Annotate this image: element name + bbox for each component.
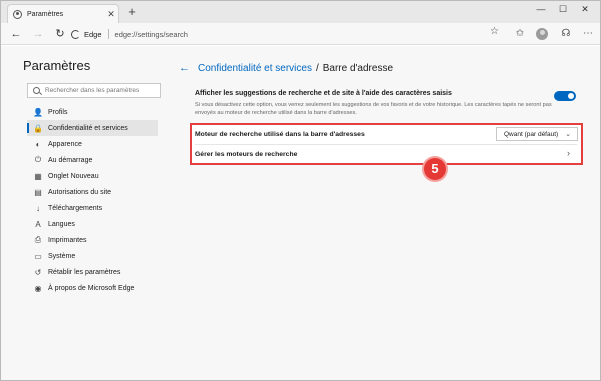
suggestions-title: Afficher les suggestions de recherche et… — [195, 90, 452, 97]
address-divider — [107, 29, 109, 39]
appearance-icon: ◐ — [35, 139, 41, 149]
refresh-icon[interactable]: ↻ — [52, 26, 68, 42]
sidebar-item[interactable]: ▦ Onglet Nouveau — [27, 168, 158, 184]
more-icon[interactable]: ⋯ — [580, 26, 596, 42]
system-icon: ▭ — [34, 251, 42, 261]
sidebar-item-label: Apparence — [48, 140, 82, 148]
address-bar[interactable]: Edge edge://settings/search — [71, 26, 503, 42]
suggestions-toggle[interactable] — [554, 91, 576, 101]
sidebar-item-label: Confidentialité et services — [48, 124, 128, 132]
settings-search-input[interactable]: Rechercher dans les paramètres — [27, 83, 161, 98]
tab-title: Paramètres — [27, 10, 64, 18]
lock-icon: 🔒 — [33, 123, 43, 133]
sidebar-item[interactable]: 👤 Profils — [27, 104, 158, 120]
reset-icon: ↺ — [34, 267, 42, 277]
sidebar-item-label: Téléchargements — [48, 204, 103, 212]
sidebar-item-label: Autorisations du site — [48, 188, 112, 196]
page-title: Barre d'adresse — [322, 62, 394, 74]
address-label: Edge — [84, 29, 102, 39]
sidebar-item[interactable]: A Langues — [27, 216, 158, 232]
settings-gear-icon — [13, 9, 22, 19]
sidebar-title: Paramètres — [23, 58, 91, 73]
suggestions-description: Si vous désactivez cette option, vous ve… — [195, 102, 552, 116]
breadcrumb: ← Confidentialité et services / Barre d'… — [179, 62, 393, 74]
maximize-button[interactable]: ☐ — [554, 4, 572, 15]
site-icon: ▤ — [34, 187, 42, 197]
language-icon: A — [35, 219, 41, 229]
search-placeholder: Rechercher dans les paramètres — [45, 87, 140, 94]
edge-icon: ◉ — [34, 283, 42, 293]
sidebar-item[interactable]: 🔒 Confidentialité et services — [27, 120, 158, 136]
sidebar-item-label: Langues — [48, 220, 75, 228]
main-content: ← Confidentialité et services / Barre d'… — [169, 46, 600, 380]
browser-window: Paramètres ✕ + — ☐ ✕ ← → ↻ Edge edge://s… — [0, 0, 601, 381]
title-bar: Paramètres ✕ + — ☐ ✕ — [1, 1, 600, 23]
person-icon: 👤 — [33, 107, 43, 117]
sidebar-item[interactable]: ⏻ Au démarrage — [27, 152, 158, 168]
annotation-step-badge: 5 — [424, 158, 446, 180]
sidebar-item[interactable]: ▭ Système — [27, 248, 158, 264]
sidebar-item[interactable]: ◐ Apparence — [27, 136, 158, 152]
sidebar-item[interactable]: ↺ Rétablir les paramètres — [27, 264, 158, 280]
back-arrow-icon[interactable]: ← — [179, 62, 190, 74]
sidebar-item-label: Onglet Nouveau — [48, 172, 99, 180]
sidebar-item[interactable]: ↓ Téléchargements — [27, 200, 158, 216]
sidebar-item[interactable]: ▤ Autorisations du site — [27, 184, 158, 200]
sidebar-item-label: À propos de Microsoft Edge — [48, 284, 135, 292]
power-icon: ⏻ — [34, 155, 42, 164]
new-tab-button[interactable]: + — [125, 4, 139, 20]
sidebar-item[interactable]: ◉ À propos de Microsoft Edge — [27, 280, 158, 296]
sidebar-item[interactable]: ⎙ Imprimantes — [27, 232, 158, 248]
close-window-button[interactable]: ✕ — [576, 4, 594, 15]
tab-settings[interactable]: Paramètres ✕ — [7, 4, 119, 23]
download-icon: ↓ — [36, 203, 40, 213]
favorites-icon[interactable]: ✩ — [512, 26, 528, 42]
edge-icon — [71, 29, 80, 39]
printer-icon: ⎙ — [34, 235, 42, 244]
annotation-highlight-box — [190, 123, 583, 165]
favorite-star-icon[interactable]: ☆ — [490, 26, 499, 37]
breadcrumb-link[interactable]: Confidentialité et services — [198, 63, 312, 74]
sidebar: Paramètres Rechercher dans les paramètre… — [1, 46, 169, 380]
sidebar-item-label: Système — [48, 252, 76, 260]
sidebar-item-label: Profils — [48, 108, 68, 116]
sidebar-item-label: Rétablir les paramètres — [48, 268, 121, 276]
sidebar-nav: 👤 Profils 🔒 Confidentialité et services ◐ App… — [27, 104, 158, 296]
sidebar-item-label: Imprimantes — [48, 236, 87, 244]
sidebar-item-label: Au démarrage — [48, 156, 93, 164]
forward-icon[interactable]: → — [30, 26, 46, 42]
tab-close-icon[interactable]: ✕ — [104, 9, 118, 20]
search-icon — [33, 87, 40, 94]
address-url[interactable]: edge://settings/search — [115, 30, 188, 39]
feedback-icon[interactable]: ☊ — [558, 26, 574, 42]
back-icon[interactable]: ← — [8, 26, 24, 42]
profile-avatar[interactable] — [536, 28, 548, 40]
grid-icon: ▦ — [34, 171, 42, 181]
minimize-button[interactable]: — — [532, 4, 550, 14]
toolbar: ← → ↻ Edge edge://settings/search ☆ ✩ ☊ … — [1, 23, 600, 45]
breadcrumb-separator: / — [315, 62, 319, 74]
